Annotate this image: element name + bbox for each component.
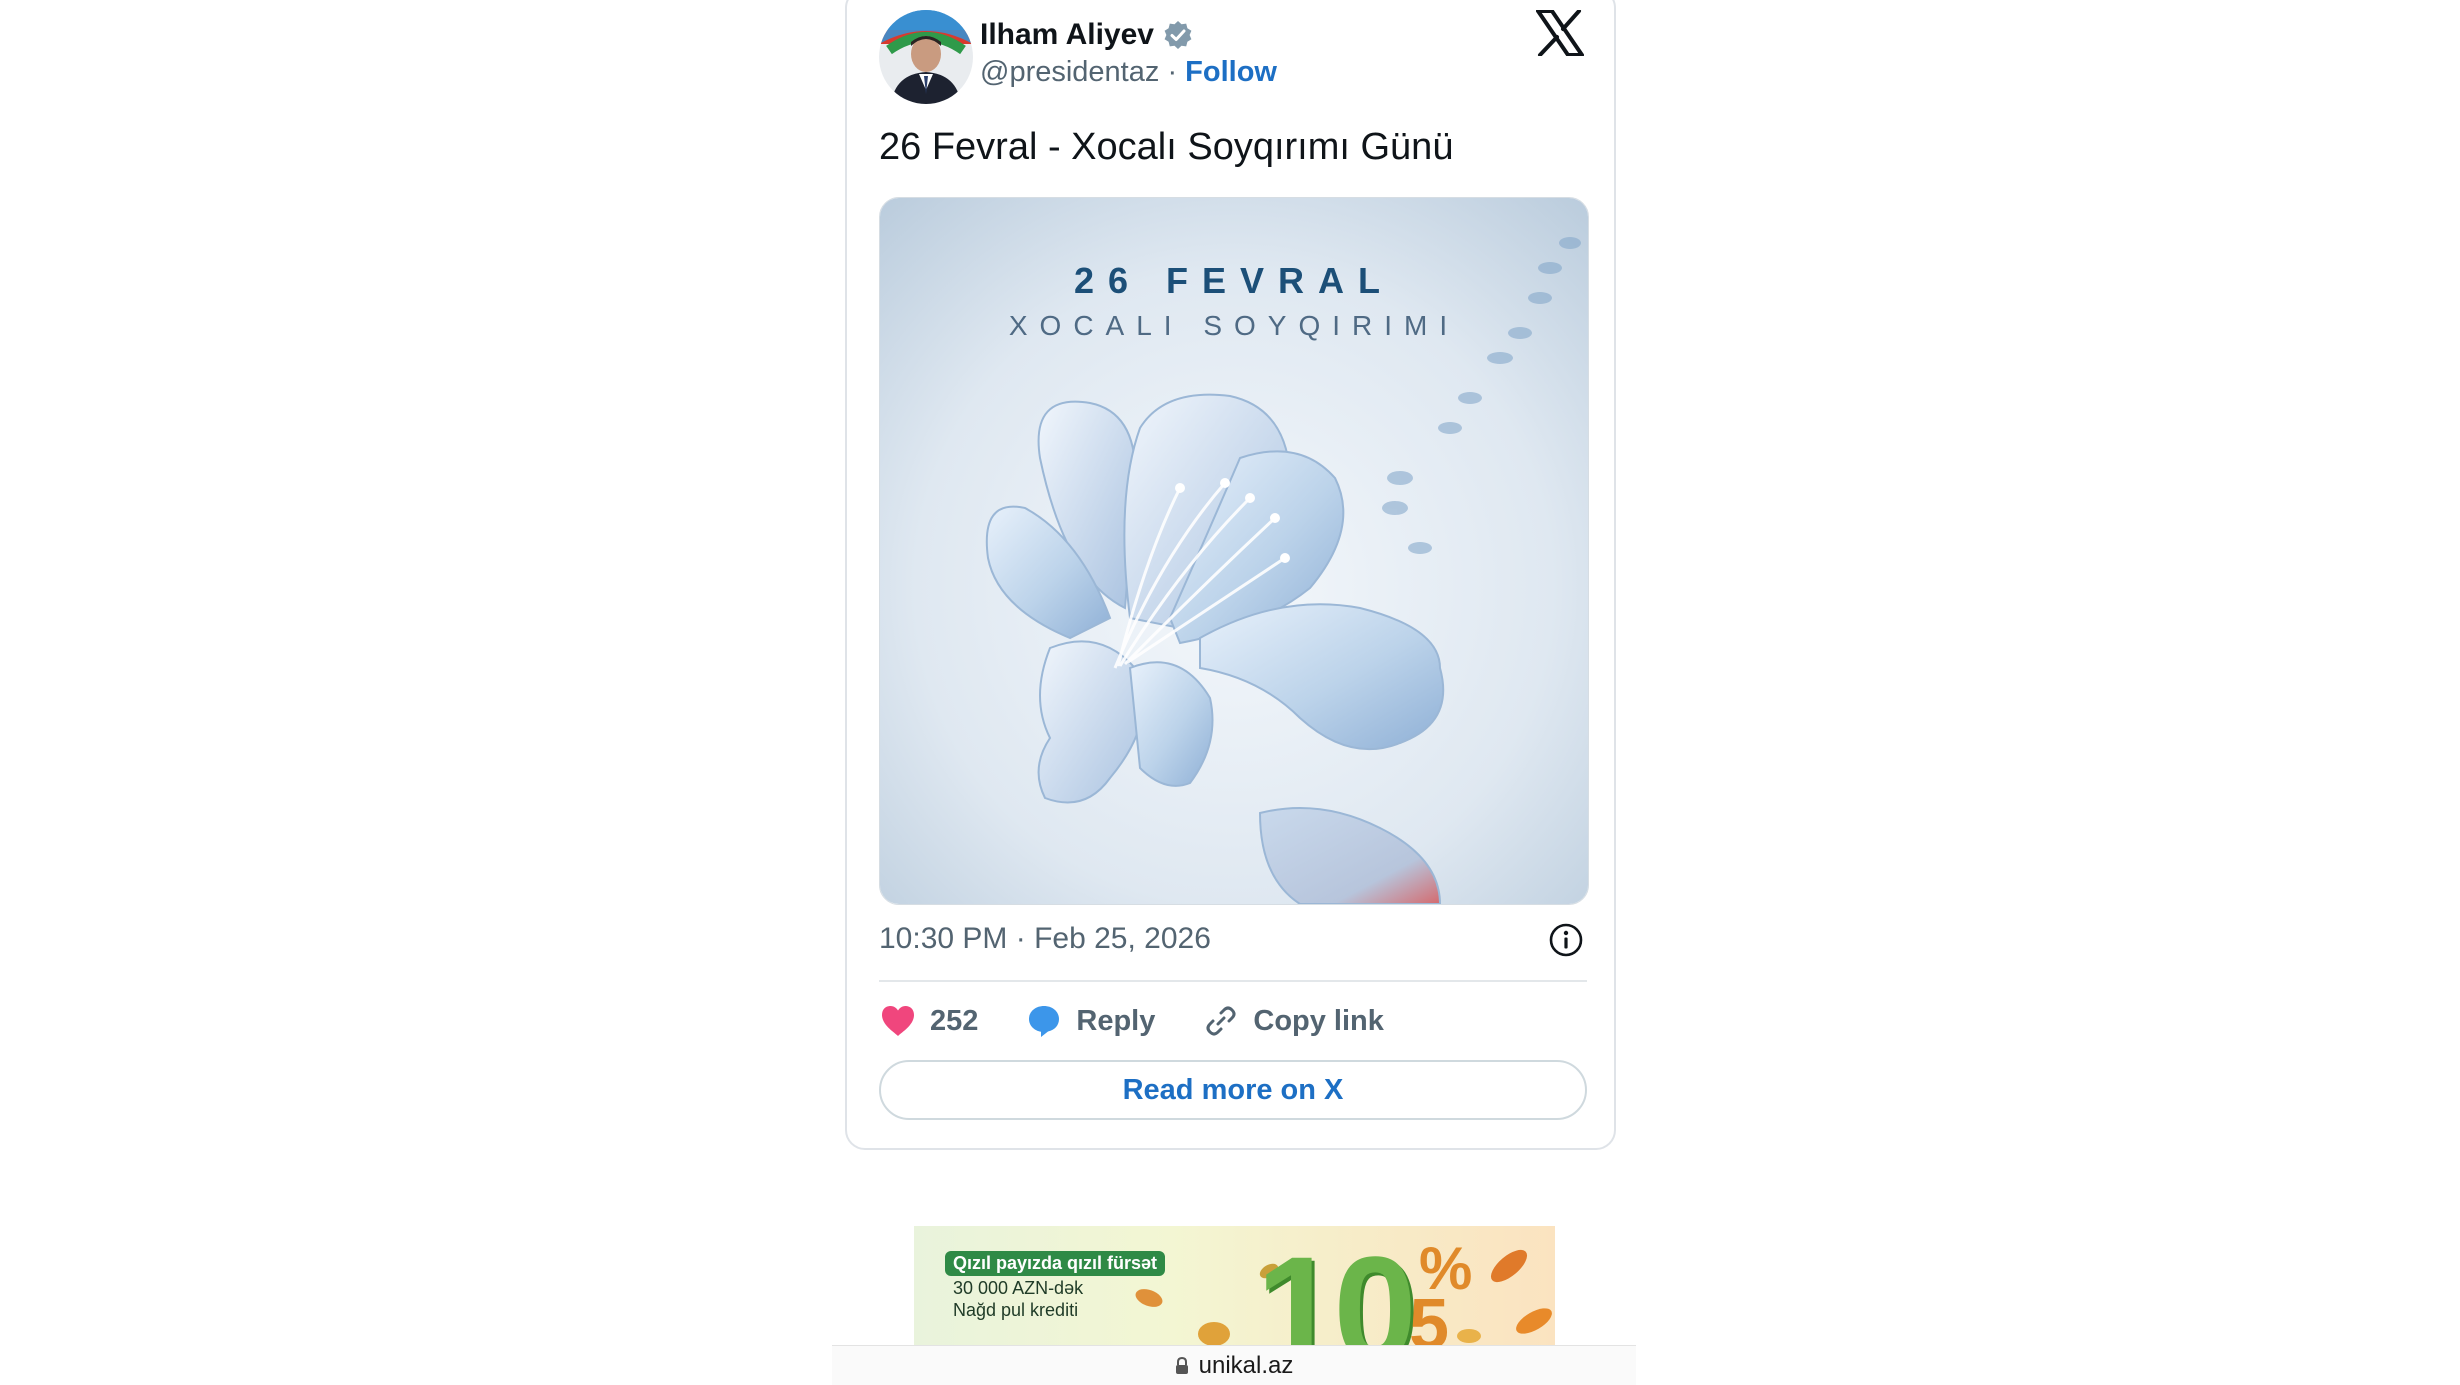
flower-illustration: [880, 198, 1588, 904]
handle-separator: ·: [1167, 56, 1178, 88]
like-button[interactable]: 252: [880, 1004, 978, 1038]
divider: [879, 980, 1587, 982]
link-icon: [1206, 1006, 1236, 1036]
copy-link-label: Copy link: [1253, 1004, 1384, 1037]
ad-big-number: 10: [1256, 1226, 1417, 1346]
copy-link-button[interactable]: Copy link: [1203, 1003, 1384, 1039]
info-icon[interactable]: [1548, 922, 1584, 958]
tweet-actions: 252 Reply Copy link: [880, 998, 1432, 1044]
reply-button[interactable]: Reply: [1026, 1003, 1155, 1039]
browser-url-bar[interactable]: unikal.az: [832, 1345, 1636, 1385]
author-handle[interactable]: @presidentaz: [980, 56, 1159, 88]
ad-banner[interactable]: Qızıl payızda qızıl fürsət 30 000 AZN-də…: [914, 1226, 1555, 1346]
like-count: 252: [930, 1004, 979, 1037]
author-name[interactable]: Ilham Aliyev: [980, 18, 1154, 52]
ad-tag: Qızıl payızda qızıl fürsət: [945, 1251, 1166, 1276]
follow-button[interactable]: Follow: [1185, 56, 1277, 88]
image-title: 26 FEVRAL: [1073, 260, 1395, 301]
verified-badge-icon: [1164, 21, 1192, 49]
lock-icon: [1175, 1356, 1188, 1374]
tweet-image[interactable]: 26 FEVRAL XOCALI SOYQIRIMI: [879, 197, 1589, 905]
ad-amount: 30 000 AZN-dək: [953, 1278, 1084, 1298]
read-more-button[interactable]: Read more on X: [879, 1060, 1587, 1120]
handle-row: @presidentaz · Follow: [980, 56, 1277, 89]
reply-bubble-icon: [1029, 1006, 1060, 1037]
author-name-row: Ilham Aliyev: [980, 18, 1194, 52]
heart-icon: [882, 1006, 914, 1036]
url-text: unikal.az: [1198, 1351, 1294, 1379]
image-subtitle: XOCALI SOYQIRIMI: [1008, 310, 1460, 341]
tweet-timestamp[interactable]: 10:30 PM · Feb 25, 2026: [879, 922, 1211, 956]
x-logo-icon[interactable]: [1536, 10, 1584, 56]
tweet-text: 26 Fevral - Xocalı Soyqırımı Günü: [879, 126, 1454, 168]
ad-product: Nağd pul krediti: [953, 1300, 1079, 1320]
reply-label: Reply: [1076, 1004, 1156, 1037]
ad-small-number: 5: [1409, 1285, 1450, 1346]
author-avatar[interactable]: [879, 10, 973, 104]
